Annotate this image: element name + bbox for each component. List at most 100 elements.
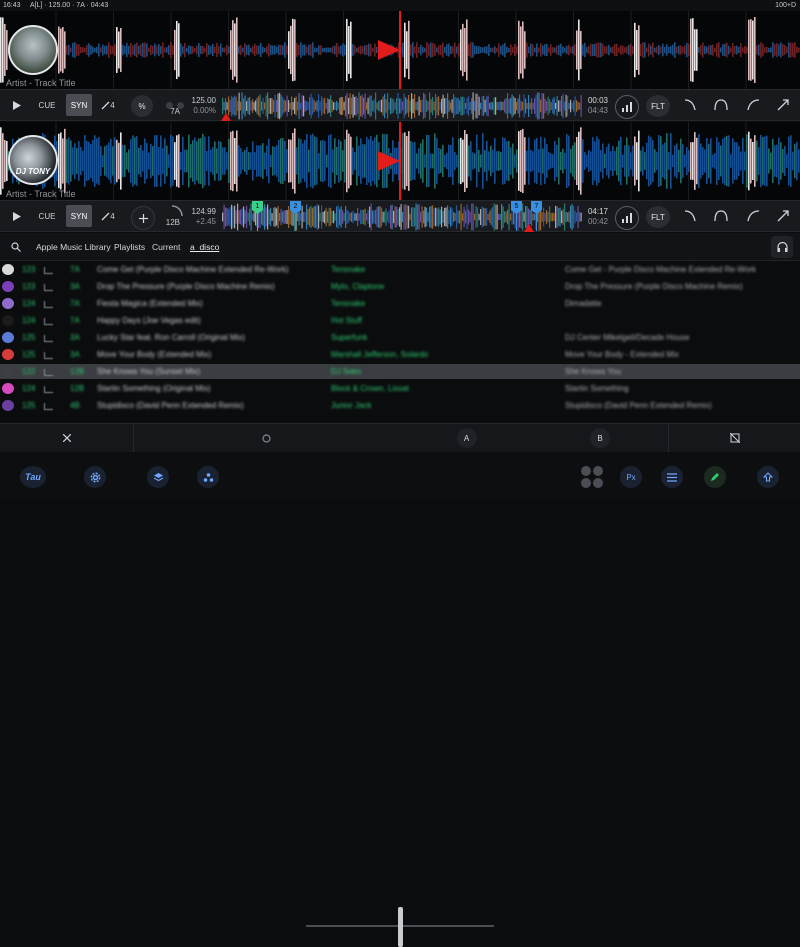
deck-b-play-button[interactable] — [6, 205, 28, 227]
deck-b-loop-button[interactable]: 4 — [96, 205, 120, 227]
eq-highcut-icon[interactable] — [745, 208, 761, 224]
row-title: Happy Days (Joe Vegas edit) — [97, 316, 201, 325]
pencil-icon — [711, 473, 719, 481]
table-row[interactable]: 123 7A Come Get (Purple Disco Machine Ex… — [0, 262, 800, 277]
deck-b-position-marker-icon — [524, 224, 534, 232]
breadcrumb-playlist-name[interactable]: a_disco — [190, 242, 219, 252]
table-row[interactable]: 125 3A Lucky Star feat. Ron Carroll (Ori… — [0, 330, 800, 345]
deck-b-filter-button[interactable]: FLT — [646, 206, 670, 228]
samples-button[interactable] — [197, 466, 219, 488]
eq-bandpass-icon[interactable] — [713, 208, 729, 224]
row-artist: Mylo, Claptone — [331, 282, 385, 291]
deck-a-pitch-button[interactable]: % — [131, 95, 153, 117]
deck-a-loop-button[interactable]: 4 — [96, 94, 120, 116]
row-energy-icon — [44, 301, 53, 308]
deck-b-remaining: 00:42 — [587, 217, 608, 226]
deck-b-waveform[interactable]: DJ TONY Artist - Track Title — [0, 122, 800, 200]
table-row[interactable]: 124 7A Happy Days (Joe Vegas edit) Hot S… — [0, 313, 800, 328]
row-title: Fiesta Magica (Extended Mix) — [97, 299, 203, 308]
row-artist: Block & Crown, Lissat — [331, 384, 409, 393]
row-artist: Superfunk — [331, 333, 368, 342]
table-row[interactable]: 124 7A Fiesta Magica (Extended Mix) Tens… — [0, 296, 800, 311]
grid-button[interactable] — [579, 464, 605, 490]
headphones-button[interactable] — [771, 236, 793, 258]
deck-a-tab-label: A — [456, 428, 477, 448]
row-artwork — [2, 298, 14, 309]
edit-button[interactable] — [704, 466, 726, 488]
list-icon — [667, 472, 677, 482]
breadcrumb-current[interactable]: Current — [152, 242, 180, 252]
screen-toggle-button[interactable] — [668, 424, 800, 452]
row-artist: Tensnake — [331, 265, 366, 274]
deck-b-gain-knob[interactable] — [615, 206, 639, 230]
row-artist: DJ Seko — [331, 367, 362, 376]
deck-a-position-marker-icon — [221, 113, 231, 121]
deck-b-controls: CUE SYN 4 12B 124.99 +2.45 1257 04:17 00… — [0, 200, 800, 232]
row-artist: Tensnake — [331, 299, 366, 308]
eq-ramp-icon[interactable] — [775, 208, 791, 224]
list-button[interactable] — [661, 466, 683, 488]
row-energy-icon — [44, 335, 53, 342]
row-album: Come Get - Purple Disco Machine Extended… — [565, 265, 757, 274]
status-bar: 16:43 A[L] · 125.00 · 7A · 04:43 100+D — [0, 0, 800, 11]
deck-a-waveform[interactable]: Artist - Track Title — [0, 11, 800, 89]
deck-a-bpm: 125.00 — [191, 96, 216, 105]
deck-a-filter-button[interactable]: FLT — [646, 95, 670, 117]
status-battery: 100+D — [775, 2, 796, 9]
row-title: Lucky Star feat. Ron Carroll (Original M… — [97, 333, 246, 342]
deck-a-tab[interactable]: A — [399, 424, 534, 452]
eq-lowcut-icon[interactable] — [683, 97, 699, 113]
deck-a-sync-button[interactable]: SYN — [66, 94, 92, 116]
record-tab-button[interactable] — [133, 424, 399, 452]
deck-a-overview-waveform[interactable] — [222, 91, 582, 121]
px-button[interactable]: Px — [620, 466, 642, 488]
deck-b-bpm: 124.99 — [191, 207, 216, 216]
table-row[interactable]: 125 3A Move Your Body (Extended Mix) Mar… — [0, 347, 800, 362]
table-row[interactable]: 122 12B She Knows You (Sunset Mix) DJ Se… — [0, 364, 800, 379]
deck-a-key: 7A — [170, 107, 180, 116]
deck-a-cue-button[interactable]: CUE — [34, 94, 60, 116]
loop-wand-icon — [101, 212, 110, 220]
eq-ramp-icon[interactable] — [775, 97, 791, 113]
app-logo[interactable]: Tau — [20, 466, 46, 488]
hot-cue-line — [536, 213, 537, 231]
arrow-up-icon — [763, 472, 773, 482]
eq-bandpass-icon[interactable] — [713, 97, 729, 113]
row-key: 12B — [70, 367, 85, 376]
row-artwork — [2, 366, 14, 377]
breadcrumb-playlists[interactable]: Playlists — [114, 242, 145, 252]
deck-b-sync-button[interactable]: SYN — [66, 205, 92, 227]
row-bpm: 123 — [22, 282, 36, 291]
eq-lowcut-icon[interactable] — [683, 208, 699, 224]
upload-button[interactable] — [757, 466, 779, 488]
settings-button[interactable] — [84, 466, 106, 488]
row-energy-icon — [44, 284, 53, 291]
row-artwork — [2, 264, 14, 275]
deck-a-play-marker-icon — [378, 40, 400, 60]
deck-a-elapsed: 00:03 — [587, 96, 608, 105]
row-bpm: 125 — [22, 401, 36, 410]
row-album: Startin Something — [565, 384, 629, 393]
row-album: Move Your Body - Extended Mix — [565, 350, 679, 359]
table-row[interactable]: 123 3A Drop The Pressure (Purple Disco M… — [0, 279, 800, 294]
hot-cue-line — [257, 213, 258, 231]
deck-b-tab[interactable]: B — [534, 424, 666, 452]
deck-a-gain-knob[interactable] — [615, 95, 639, 119]
hot-cue-line — [295, 213, 296, 231]
row-artwork — [2, 281, 14, 292]
breadcrumb-library[interactable]: Apple Music Library — [36, 242, 111, 252]
track-list[interactable]: 123 7A Come Get (Purple Disco Machine Ex… — [0, 262, 800, 420]
deck-a-play-button[interactable] — [6, 94, 28, 116]
row-key: 7A — [70, 316, 80, 325]
eq-highcut-icon[interactable] — [745, 97, 761, 113]
layers-button[interactable] — [147, 466, 169, 488]
search-icon[interactable] — [11, 242, 21, 252]
table-row[interactable]: 125 4B Stupidisco (David Penn Extended R… — [0, 398, 800, 413]
deck-b-play-marker-icon — [378, 151, 400, 171]
deck-b-cue-button[interactable]: CUE — [34, 205, 60, 227]
crossfader-handle[interactable] — [397, 907, 403, 947]
close-tab-button[interactable] — [0, 424, 134, 452]
row-bpm: 124 — [22, 384, 36, 393]
table-row[interactable]: 124 12B Startin Something (Original Mix)… — [0, 381, 800, 396]
deck-b-add-button[interactable] — [131, 206, 155, 230]
